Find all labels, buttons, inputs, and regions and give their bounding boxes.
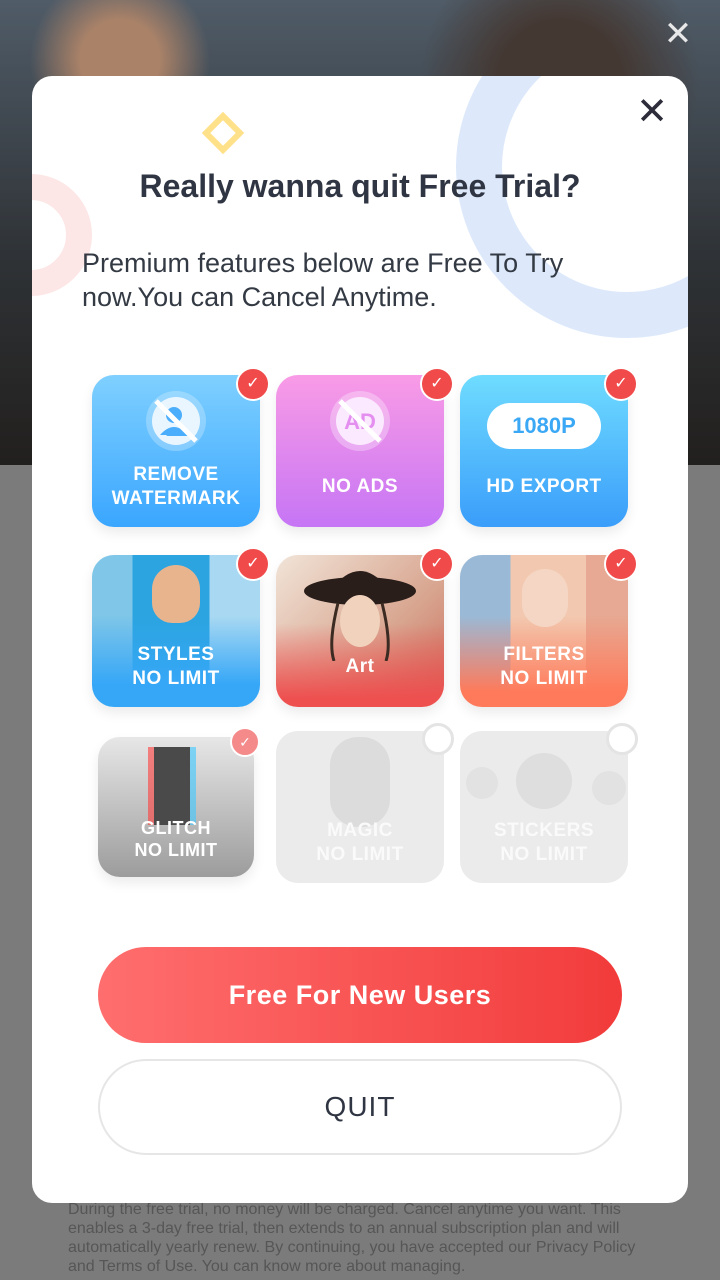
feature-label: GLITCH NO LIMIT — [134, 818, 218, 860]
dialog-title: Really wanna quit Free Trial? — [139, 168, 581, 204]
checkbox[interactable] — [422, 723, 454, 755]
no-ad-icon: AD — [330, 391, 390, 451]
check-icon[interactable]: ✓ — [604, 547, 638, 581]
check-icon[interactable]: ✓ — [230, 727, 260, 757]
emoji-icon — [592, 771, 626, 805]
check-icon[interactable]: ✓ — [236, 367, 270, 401]
feature-label: FILTERS NO LIMIT — [500, 644, 588, 689]
check-icon[interactable]: ✓ — [236, 547, 270, 581]
emoji-icon — [466, 767, 498, 799]
magic-photo — [330, 737, 390, 827]
checkbox[interactable] — [606, 723, 638, 755]
glitch-photo — [154, 747, 190, 825]
free-for-new-users-button[interactable]: Free For New Users — [98, 947, 622, 1043]
no-watermark-icon — [146, 391, 206, 451]
feature-label: STYLES NO LIMIT — [132, 644, 220, 689]
feature-card-remove-watermark[interactable]: REMOVE WATERMARK — [92, 375, 260, 527]
filters-photo — [522, 569, 568, 627]
decorative-diamond — [201, 111, 245, 155]
feature-label: NO ADS — [321, 476, 399, 497]
art-photo — [304, 571, 416, 661]
feature-card-glitch[interactable]: GLITCH NO LIMIT — [98, 737, 254, 877]
quit-trial-dialog: ✕ Really wanna quit Free Trial? Premium … — [32, 76, 688, 1203]
dialog-subtitle: Premium features below are Free To Try n… — [82, 248, 564, 312]
feature-card-hd-export[interactable]: 1080P HD EXPORT — [460, 375, 628, 527]
close-icon[interactable]: ✕ — [632, 92, 672, 132]
feature-label: MAGIC NO LIMIT — [316, 820, 404, 865]
feature-card-stickers[interactable]: STICKERS NO LIMIT — [460, 731, 628, 883]
check-icon[interactable]: ✓ — [420, 547, 454, 581]
feature-card-no-ads[interactable]: AD NO ADS — [276, 375, 444, 527]
feature-card-styles[interactable]: STYLES NO LIMIT — [92, 555, 260, 707]
feature-card-filters[interactable]: FILTERS NO LIMIT — [460, 555, 628, 707]
feature-label: HD EXPORT — [486, 476, 602, 497]
subscription-terms: During the free trial, no money will be … — [68, 1201, 636, 1275]
check-icon[interactable]: ✓ — [604, 367, 638, 401]
feature-label: REMOVE WATERMARK — [111, 464, 241, 509]
feature-card-magic[interactable]: MAGIC NO LIMIT — [276, 731, 444, 883]
hd-1080p-icon: 1080P — [487, 403, 601, 449]
feature-grid: REMOVEWATERMARK ✓ AD NO ADS ✓ 1080P HD E… — [92, 367, 638, 885]
stickers-emoji — [516, 753, 572, 809]
check-icon[interactable]: ✓ — [420, 367, 454, 401]
close-icon[interactable]: ✕ — [658, 14, 698, 54]
feature-label: Art — [345, 656, 375, 677]
feature-card-art[interactable]: Art — [276, 555, 444, 707]
styles-photo — [152, 565, 200, 623]
quit-button[interactable]: QUIT — [98, 1059, 622, 1155]
feature-label: STICKERS NO LIMIT — [493, 820, 595, 865]
